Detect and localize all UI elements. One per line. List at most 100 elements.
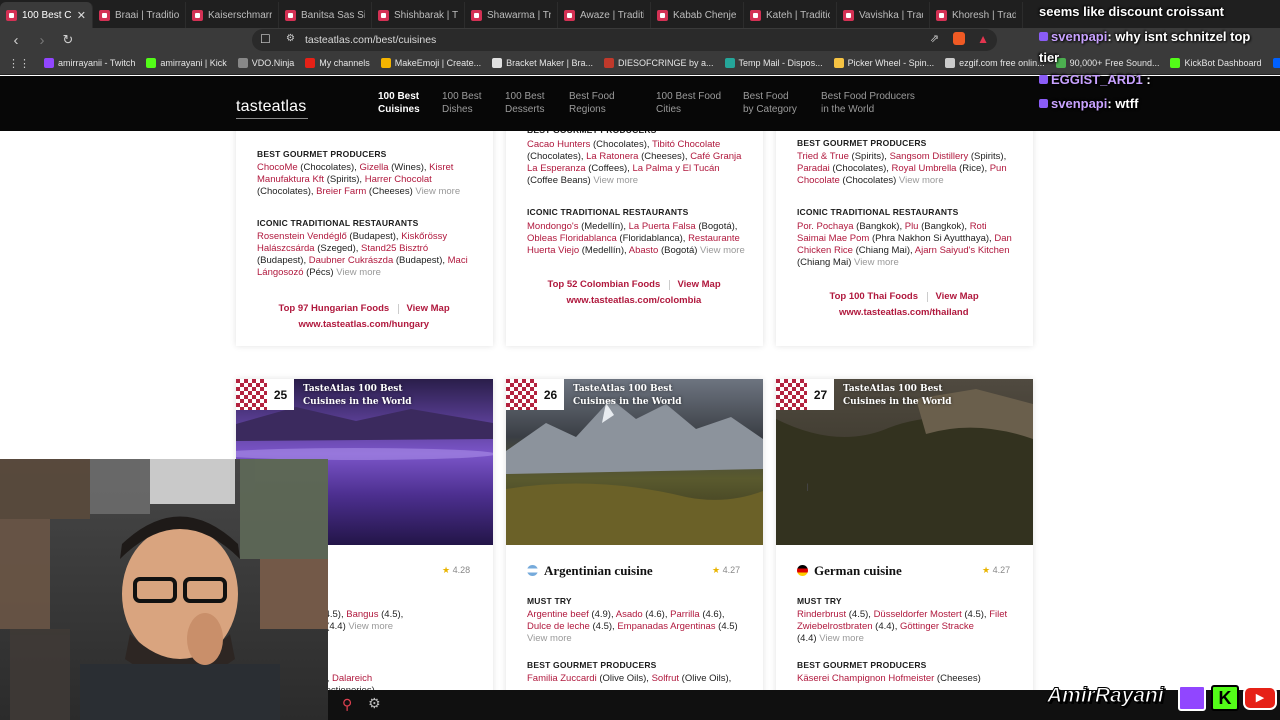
- top-foods-link[interactable]: Top 52 Colombian Foods: [548, 279, 661, 290]
- item-link[interactable]: Halászcsárda: [257, 243, 315, 254]
- brave-rewards-icon[interactable]: ▲: [977, 32, 989, 46]
- item-link[interactable]: Argentine beef: [527, 609, 589, 620]
- item-link[interactable]: Obleas Floridablanca: [527, 233, 617, 244]
- tab-6[interactable]: Awaze | Tradition: [558, 2, 651, 28]
- view-map-link[interactable]: View Map: [678, 279, 721, 290]
- tab-9[interactable]: Vavishka | Traditi: [837, 2, 930, 28]
- view-more-link[interactable]: View more: [819, 633, 864, 644]
- item-link[interactable]: Huerta Viejo: [527, 245, 579, 256]
- item-link[interactable]: Pun: [990, 163, 1007, 174]
- bookmark-item[interactable]: Temp Mail - Dispos...: [724, 58, 823, 68]
- item-link[interactable]: Restaurante: [688, 233, 740, 244]
- reload-icon[interactable]: ↻: [58, 32, 78, 48]
- item-link[interactable]: Chicken Rice: [797, 245, 853, 256]
- item-link[interactable]: Chocolate: [797, 175, 840, 186]
- view-more-link[interactable]: View more: [854, 257, 899, 268]
- item-link[interactable]: Dulce de leche: [527, 621, 590, 632]
- tab-0[interactable]: 100 Best Cuisines ✕: [0, 2, 93, 28]
- brave-shields-icon[interactable]: [953, 32, 965, 45]
- item-link[interactable]: La Puerta Falsa: [629, 221, 696, 232]
- item-link[interactable]: Breier Farm: [316, 186, 366, 197]
- item-link[interactable]: La Palma y El Tucán: [632, 163, 719, 174]
- cuisine-photo[interactable]: 27 TasteAtlas 100 Best Cuisines in the Wor…: [776, 379, 1033, 545]
- item-link[interactable]: Cacao Hunters: [527, 139, 590, 150]
- item-link[interactable]: Manufaktura Kft: [257, 174, 324, 185]
- tab-10[interactable]: Khoresh | Traditi: [930, 2, 1023, 28]
- item-link[interactable]: ChocoMe: [257, 162, 298, 173]
- view-map-link[interactable]: View Map: [407, 303, 450, 314]
- item-link[interactable]: Plu: [905, 221, 919, 232]
- nav-item-5[interactable]: Best Food by Category: [743, 90, 797, 116]
- bookmark-item[interactable]: Bracket Maker | Bra...: [492, 58, 593, 68]
- view-more-link[interactable]: View more: [700, 245, 745, 256]
- item-link[interactable]: Göttinger Stracke: [900, 621, 974, 632]
- item-link[interactable]: Rinderbrust: [797, 609, 846, 620]
- item-link[interactable]: Daubner Cukrászda: [309, 255, 394, 266]
- item-link[interactable]: Gizella: [359, 162, 388, 173]
- apps-icon[interactable]: ⋮⋮: [8, 57, 30, 70]
- nav-item-6[interactable]: Best Food Producers in the World: [821, 90, 915, 116]
- item-link[interactable]: Bangus: [346, 609, 378, 620]
- item-link[interactable]: Düsseldorfer Mostert: [874, 609, 962, 620]
- view-more-link[interactable]: View more: [348, 621, 393, 632]
- bookmark-icon[interactable]: ☐: [260, 32, 271, 46]
- tab-4[interactable]: Shishbarak | Trad: [372, 2, 465, 28]
- view-more-link[interactable]: View more: [336, 267, 381, 278]
- item-link[interactable]: Mondongo's: [527, 221, 578, 232]
- item-link[interactable]: Paradai: [797, 163, 830, 174]
- item-link[interactable]: La Esperanza: [527, 163, 586, 174]
- item-link[interactable]: Parrilla: [670, 609, 700, 620]
- top-foods-link[interactable]: Top 97 Hungarian Foods: [279, 303, 390, 314]
- bookmark-item[interactable]: amirrayani | Kick: [146, 58, 227, 68]
- view-more-link[interactable]: View more: [527, 633, 572, 644]
- item-link[interactable]: Familia Zuccardi: [527, 673, 597, 684]
- view-more-link[interactable]: View more: [593, 175, 638, 186]
- forward-icon[interactable]: ›: [32, 32, 52, 49]
- item-link[interactable]: Sangsom Distillery: [890, 151, 969, 162]
- item-link[interactable]: Roti: [970, 221, 987, 232]
- item-link[interactable]: Harrer Chocolat: [365, 174, 432, 185]
- view-more-link[interactable]: View more: [899, 175, 944, 186]
- close-tab-icon[interactable]: ✕: [77, 9, 86, 22]
- bookmark-item[interactable]: Picker Wheel - Spin...: [833, 58, 934, 68]
- item-link[interactable]: Maci: [448, 255, 468, 266]
- back-icon[interactable]: ‹: [6, 32, 26, 49]
- item-link[interactable]: Käserei Champignon Hofmeister: [797, 673, 934, 684]
- item-link[interactable]: Lángosozó: [257, 267, 303, 278]
- cuisine-photo[interactable]: 26 TasteAtlas 100 Best Cuisines in the Wor…: [506, 379, 763, 545]
- tab-7[interactable]: Kabab Chenjeh |: [651, 2, 744, 28]
- nav-item-0[interactable]: 100 Best Cuisines: [378, 90, 420, 116]
- item-link[interactable]: Tried & True: [797, 151, 849, 162]
- item-link[interactable]: Saimai Mae Pom: [797, 233, 869, 244]
- item-link[interactable]: Royal Umbrella: [892, 163, 957, 174]
- top-foods-link[interactable]: Top 100 Thai Foods: [830, 291, 919, 302]
- country-site-link[interactable]: www.tasteatlas.com/colombia: [567, 295, 702, 306]
- nav-item-2[interactable]: 100 Best Desserts: [505, 90, 544, 116]
- item-link[interactable]: Kisret: [429, 162, 453, 173]
- share-icon[interactable]: ⇗: [930, 32, 939, 45]
- tab-3[interactable]: Banitsa Sas Sirene: [279, 2, 372, 28]
- item-link[interactable]: Rosenstein Vendéglő: [257, 231, 347, 242]
- item-link[interactable]: Tibitó Chocolate: [652, 139, 720, 150]
- country-site-link[interactable]: www.tasteatlas.com/thailand: [839, 307, 969, 318]
- nav-item-3[interactable]: Best Food Regions: [569, 90, 615, 116]
- bookmark-item[interactable]: MakeEmoji | Create...: [380, 58, 481, 68]
- item-link[interactable]: Por. Pochaya: [797, 221, 854, 232]
- item-link[interactable]: Dan: [994, 233, 1011, 244]
- view-more-link[interactable]: View more: [415, 186, 460, 197]
- site-info-icon[interactable]: ⚙: [286, 33, 295, 44]
- tab-5[interactable]: Shawarma | Tradi: [465, 2, 558, 28]
- url-bar[interactable]: ☐ ⚙ tasteatlas.com/best/cuisines ⇗ ▲: [252, 29, 997, 51]
- nav-item-4[interactable]: 100 Best Food Cities: [656, 90, 721, 116]
- item-link[interactable]: Asado: [616, 609, 643, 620]
- item-link[interactable]: Filet: [989, 609, 1007, 620]
- item-link[interactable]: La Ratonera: [586, 151, 638, 162]
- tab-8[interactable]: Kateh | Traditiona: [744, 2, 837, 28]
- bookmark-item[interactable]: VDO.Ninja: [237, 58, 294, 68]
- bookmark-item[interactable]: DIESOFCRINGE by a...: [604, 58, 714, 68]
- cuisine-name[interactable]: Argentinian cuisine: [544, 563, 653, 579]
- item-link[interactable]: Stand25 Bisztró: [361, 243, 428, 254]
- item-link[interactable]: Kiskőrössy: [401, 231, 447, 242]
- item-link[interactable]: Ajarn Saiyud's Kitchen: [915, 245, 1010, 256]
- nav-item-1[interactable]: 100 Best Dishes: [442, 90, 481, 116]
